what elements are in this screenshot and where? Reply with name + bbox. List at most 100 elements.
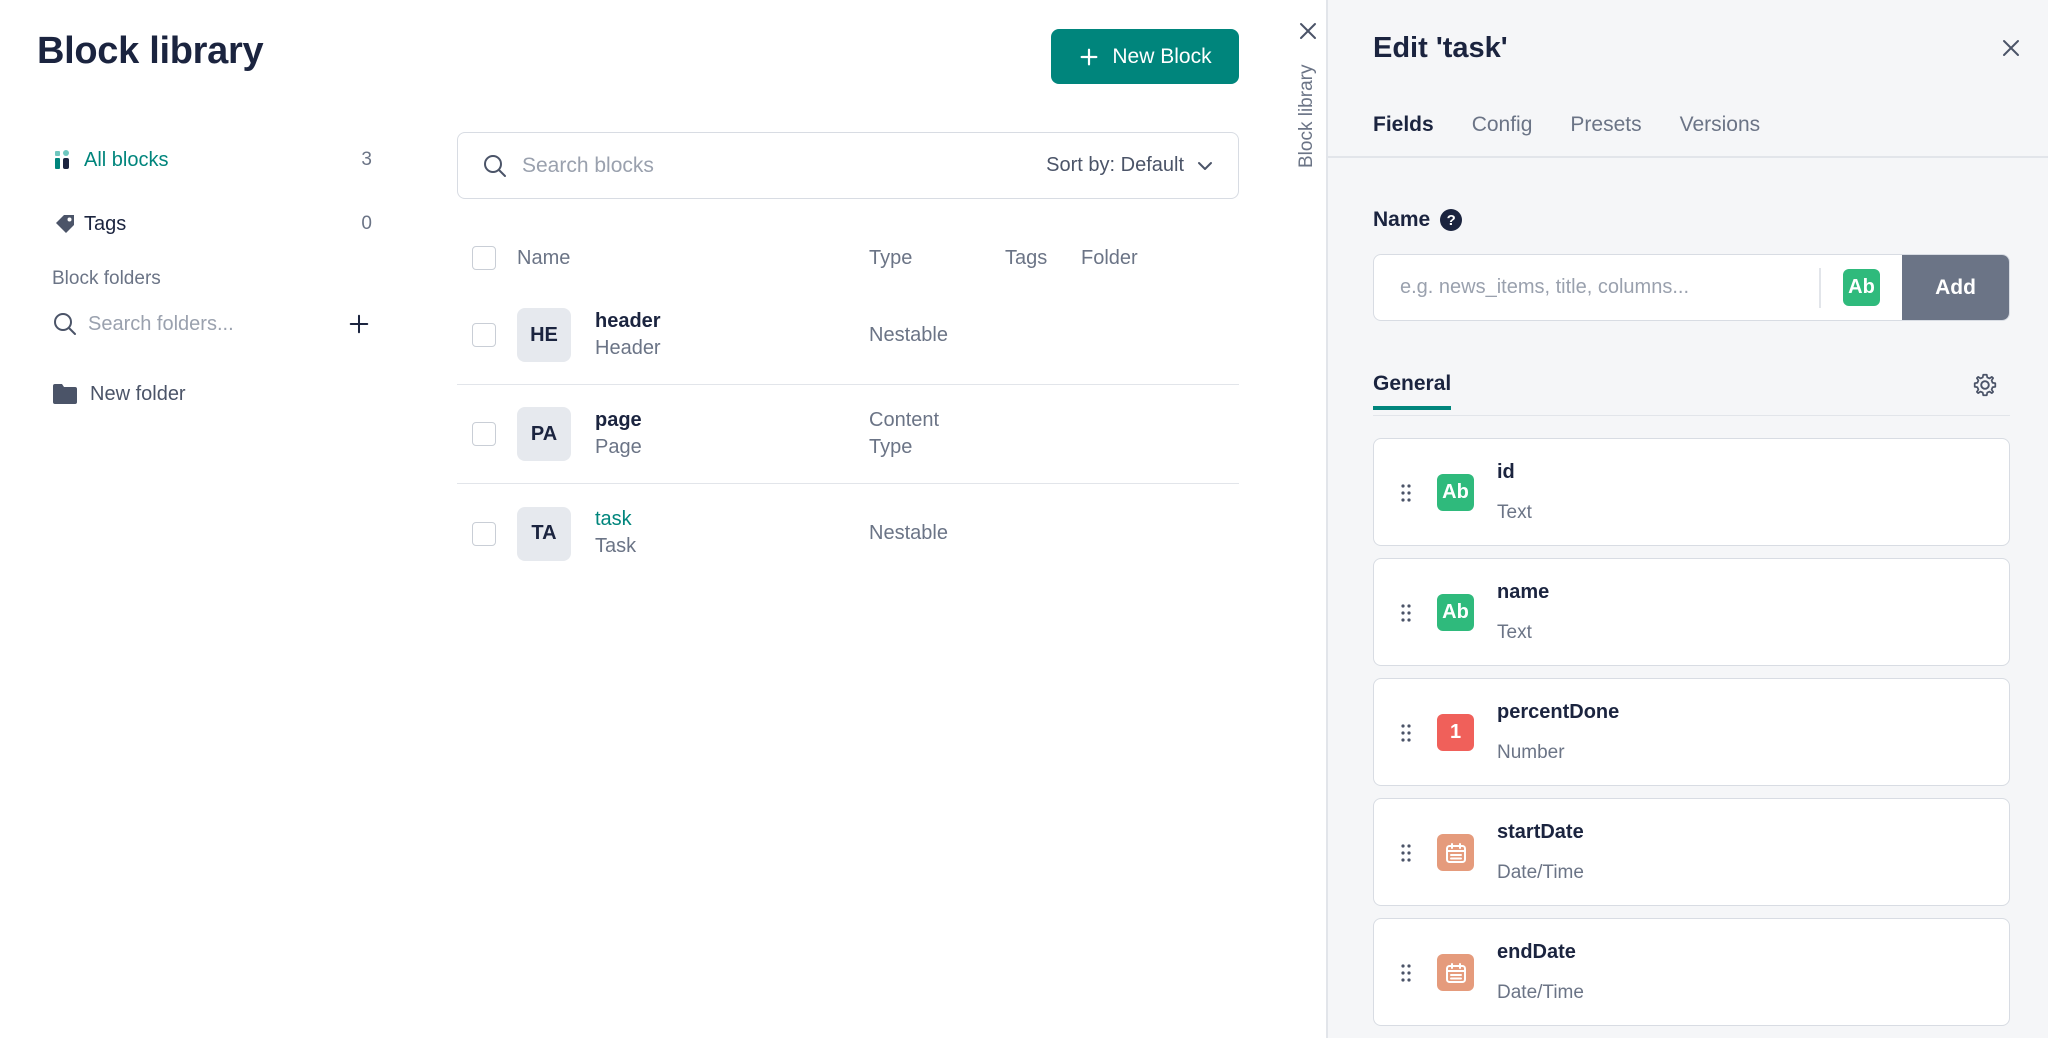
field-item[interactable]: endDate Date/Time — [1373, 918, 2010, 1026]
close-icon — [2003, 40, 2019, 56]
block-avatar: PA — [517, 407, 571, 461]
field-name: endDate — [1497, 941, 1576, 963]
panel-tabs: Fields Config Presets Versions — [1373, 113, 1760, 137]
row-checkbox[interactable] — [472, 521, 496, 546]
block-name-cell: task Task — [595, 506, 636, 560]
add-folder-button[interactable] — [346, 311, 372, 337]
sidebar-item-count: 0 — [361, 213, 372, 234]
column-header-type[interactable]: Type — [869, 247, 912, 270]
select-all-checkbox[interactable] — [472, 246, 496, 270]
drag-handle-icon[interactable] — [1400, 843, 1412, 863]
field-item[interactable]: Ab name Text — [1373, 558, 2010, 666]
chevron-down-icon — [1198, 161, 1212, 170]
table-row[interactable]: PA page Page Content Type — [457, 385, 1239, 484]
sidebar-item-tags[interactable]: Tags 0 — [52, 204, 372, 244]
table-row[interactable]: HE header Header Nestable — [457, 286, 1239, 385]
fields-list: Ab id Text Ab name Text 1 percentDone Nu… — [1373, 438, 2010, 1038]
calendar-icon — [1437, 834, 1474, 871]
table-row[interactable]: TA task Task Nestable — [457, 484, 1239, 583]
help-icon[interactable]: ? — [1440, 209, 1463, 231]
collapsed-library-tab: Block library — [1290, 0, 1328, 1038]
search-icon — [54, 313, 76, 335]
table-header: Name Type Tags Folder — [457, 230, 1239, 286]
field-type-selector[interactable]: Ab — [1821, 269, 1903, 306]
gear-icon[interactable] — [1972, 372, 1998, 398]
block-technical-name[interactable]: header — [595, 308, 661, 335]
plus-icon — [349, 314, 369, 334]
drag-handle-icon[interactable] — [1400, 963, 1412, 983]
block-technical-name[interactable]: page — [595, 407, 642, 434]
new-field-form: Ab Add — [1373, 254, 2010, 321]
blocks-icon — [52, 147, 78, 173]
drag-handle-icon[interactable] — [1400, 483, 1412, 503]
field-name-input[interactable] — [1374, 276, 1819, 299]
block-avatar: TA — [517, 506, 571, 561]
folder-icon — [52, 383, 80, 405]
number-type-icon: 1 — [1437, 714, 1474, 751]
column-header-name[interactable]: Name — [517, 247, 570, 270]
field-type: Number — [1497, 742, 1565, 763]
calendar-icon — [1437, 954, 1474, 991]
close-library-button[interactable] — [1293, 16, 1323, 46]
tab-config[interactable]: Config — [1472, 113, 1533, 137]
field-name-label: Name ? — [1373, 208, 1463, 232]
tab-fields[interactable]: Fields — [1373, 113, 1434, 137]
block-folders-heading: Block folders — [52, 268, 161, 289]
field-item[interactable]: Ab id Text — [1373, 438, 2010, 546]
field-name: startDate — [1497, 821, 1584, 843]
close-icon — [1300, 23, 1316, 39]
field-item[interactable]: 1 percentDone Number — [1373, 678, 2010, 786]
block-type: Content Type — [869, 409, 940, 458]
page-title: Block library — [37, 30, 264, 72]
text-type-icon: Ab — [1437, 474, 1474, 511]
tab-presets[interactable]: Presets — [1570, 113, 1641, 137]
column-header-tags[interactable]: Tags — [1005, 247, 1047, 270]
block-display-name: Header — [595, 337, 661, 359]
drag-handle-icon[interactable] — [1400, 603, 1412, 623]
sidebar-item-count: 3 — [361, 149, 372, 170]
block-technical-name[interactable]: task — [595, 506, 636, 533]
block-display-name: Task — [595, 535, 637, 557]
tabs-divider — [1328, 156, 2048, 158]
field-type: Text — [1497, 622, 1532, 643]
folder-search — [52, 302, 372, 346]
block-type: Nestable — [869, 323, 948, 346]
folder-label: New folder — [90, 382, 186, 405]
text-type-icon: Ab — [1843, 269, 1880, 306]
vertical-tab-label[interactable]: Block library — [1296, 58, 1318, 168]
field-type: Date/Time — [1497, 862, 1584, 883]
sidebar-item-all-blocks[interactable]: All blocks 3 — [52, 140, 372, 180]
text-type-icon: Ab — [1437, 594, 1474, 631]
folder-item[interactable]: New folder — [52, 374, 372, 414]
field-name: name — [1497, 581, 1550, 603]
close-panel-button[interactable] — [1996, 33, 2026, 63]
field-item[interactable]: startDate Date/Time — [1373, 798, 2010, 906]
folder-search-input[interactable] — [88, 312, 308, 336]
block-avatar: HE — [517, 308, 571, 362]
row-checkbox[interactable] — [472, 323, 496, 347]
sidebar-item-label: All blocks — [84, 148, 169, 171]
block-name-cell: page Page — [595, 407, 642, 461]
block-display-name: Page — [595, 436, 642, 458]
block-library: Block library New Block All blocks 3 Tag… — [0, 0, 1290, 1038]
new-block-label: New Block — [1112, 44, 1212, 68]
row-checkbox[interactable] — [472, 422, 496, 446]
search-icon — [484, 154, 506, 177]
panel-title: Edit 'task' — [1373, 32, 1508, 64]
plus-icon — [1080, 48, 1098, 65]
block-name-cell: header Header — [595, 308, 661, 362]
add-field-button[interactable]: Add — [1902, 255, 2009, 320]
section-tab-general[interactable]: General — [1373, 372, 1452, 410]
name-label-text: Name — [1373, 208, 1431, 231]
search-input[interactable] — [522, 153, 1047, 178]
block-type: Nestable — [869, 522, 948, 544]
sort-dropdown[interactable]: Sort by: Default — [1046, 154, 1214, 177]
sidebar-item-label: Tags — [84, 212, 127, 235]
tab-versions[interactable]: Versions — [1680, 113, 1761, 137]
field-name: id — [1497, 461, 1515, 483]
column-header-folder[interactable]: Folder — [1081, 247, 1138, 270]
field-name: percentDone — [1497, 701, 1620, 723]
new-block-button[interactable]: New Block — [1051, 29, 1239, 84]
field-type: Date/Time — [1497, 982, 1584, 1003]
drag-handle-icon[interactable] — [1400, 723, 1412, 743]
